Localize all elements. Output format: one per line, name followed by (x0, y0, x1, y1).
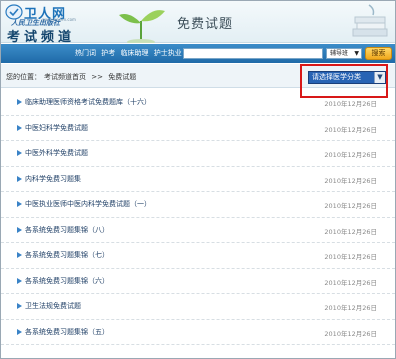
bullet-icon (17, 252, 22, 258)
list-item[interactable]: 卫生法规免费试题 2010年12月26日 (1, 294, 395, 320)
article-date: 2010年12月26日 (324, 176, 377, 185)
site-logo[interactable]: 卫人网 www.weiren.com 人民卫生出版社 考试频道 (5, 3, 83, 45)
site-header: 卫人网 www.weiren.com 人民卫生出版社 考试频道 免费试题 (1, 1, 395, 45)
bullet-icon (17, 201, 22, 207)
list-item[interactable]: 各系统免费习题集锦（八） 2010年12月26日 (1, 218, 395, 243)
search-input[interactable] (183, 48, 323, 59)
list-item[interactable]: 中医妇科学免费试题 2010年12月26日 (1, 116, 395, 141)
medical-category-select[interactable]: 请选择医学分类 ▼ (308, 71, 386, 84)
bullet-icon (17, 124, 22, 131)
list-item[interactable]: 内科学免费习题集 2010年12月26日 (1, 167, 395, 192)
page-banner-title: 免费试题 (177, 17, 234, 32)
article-title[interactable]: 各系统免费习题集锦（八） (25, 225, 109, 235)
breadcrumb: 您的位置： 考试频道首页 >> 免费试题 (6, 72, 139, 82)
bullet-icon (17, 175, 22, 182)
article-title[interactable]: 临床助理医师资格考试免费题库（十六） (25, 97, 151, 107)
nav-bar: 热门词 护考 临床助理 护士执业 辅导班 ▼ 搜索 (1, 44, 395, 63)
bullet-icon (17, 226, 22, 233)
nav-link-nurse-license[interactable]: 护士执业 (154, 49, 182, 57)
nav-label-hot: 热门词 (75, 49, 96, 57)
bullet-icon (17, 328, 22, 335)
article-title[interactable]: 卫生法规免费试题 (25, 301, 81, 311)
article-title[interactable]: 各系统免费习题集锦（六） (25, 276, 109, 286)
list-item[interactable]: 各系统免费习题集锦（七） 2010年12月26日 (1, 243, 395, 269)
sprout-graphic-icon (119, 10, 165, 43)
article-date: 2010年12月26日 (324, 125, 377, 134)
bullet-icon (17, 303, 22, 309)
nav-link-nurse-exam[interactable]: 护考 (101, 49, 115, 57)
list-item[interactable]: 各系统免费习题集锦（五） 2010年12月26日 (1, 320, 395, 345)
chevron-down-icon[interactable]: ▼ (374, 72, 385, 83)
article-date: 2010年12月26日 (324, 227, 377, 236)
breadcrumb-home-link[interactable]: 考试频道首页 (44, 73, 86, 81)
article-date: 2010年12月26日 (324, 253, 377, 261)
list-item[interactable]: 中医执业医师中医内科学免费试题（一） 2010年12月26日 (1, 192, 395, 218)
list-item[interactable]: 中医外科学免费试题 2010年12月26日 (1, 141, 395, 167)
category-select-value: 请选择医学分类 (312, 73, 361, 81)
bullet-icon (17, 99, 22, 105)
breadcrumb-separator: >> (91, 73, 103, 81)
article-date: 2010年12月26日 (324, 278, 377, 287)
article-date: 2010年12月26日 (324, 304, 377, 312)
breadcrumb-current: 免费试题 (108, 73, 137, 81)
tutor-select[interactable]: 辅导班 ▼ (326, 48, 362, 59)
nav-link-clinical-assistant[interactable]: 临床助理 (120, 49, 148, 57)
list-item[interactable]: 临床助理医师资格考试免费题库（十六） 2010年12月26日 (1, 90, 395, 116)
article-title[interactable]: 各系统免费习题集锦（五） (25, 327, 109, 337)
breadcrumb-prefix: 您的位置： (6, 73, 41, 81)
books-graphic-icon (352, 4, 388, 37)
article-title[interactable]: 中医执业医师中医内科学免费试题（一） (25, 199, 151, 209)
article-date: 2010年12月26日 (324, 151, 377, 159)
tutor-select-value: 辅导班 (330, 50, 349, 57)
hot-keywords: 热门词 护考 临床助理 护士执业 (75, 48, 185, 58)
chevron-down-icon: ▼ (354, 50, 359, 57)
search-button[interactable]: 搜索 (365, 47, 392, 60)
article-title[interactable]: 内科学免费习题集 (25, 174, 81, 184)
article-title[interactable]: 中医外科学免费试题 (25, 148, 88, 158)
article-title[interactable]: 中医妇科学免费试题 (25, 123, 88, 133)
article-date: 2010年12月26日 (324, 329, 377, 338)
article-date: 2010年12月26日 (324, 202, 377, 210)
bullet-icon (17, 150, 22, 156)
bullet-icon (17, 277, 22, 284)
list-item[interactable]: 各系统免费习题集锦（六） 2010年12月26日 (1, 269, 395, 294)
channel-title: 考试频道 (7, 30, 76, 45)
article-title[interactable]: 各系统免费习题集锦（七） (25, 250, 109, 260)
article-date: 2010年12月26日 (324, 100, 377, 108)
article-list: 临床助理医师资格考试免费题库（十六） 2010年12月26日 中医妇科学免费试题 2… (1, 90, 395, 345)
